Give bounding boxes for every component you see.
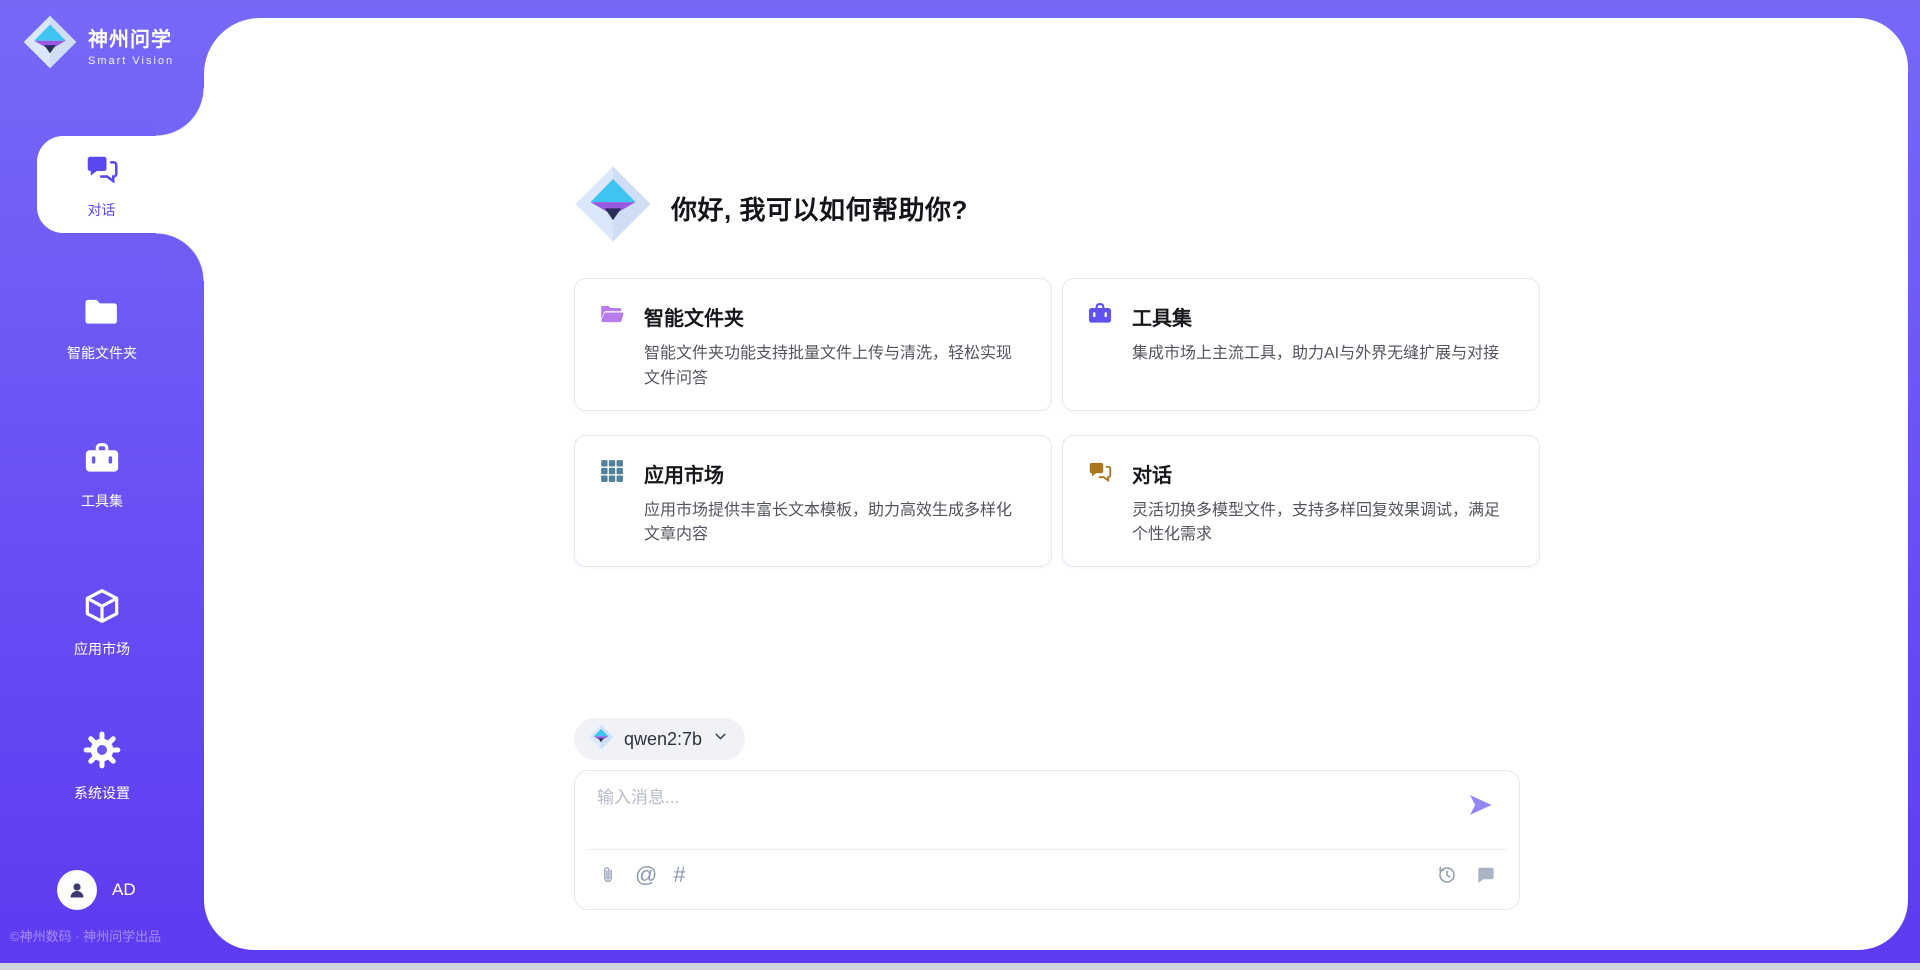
gear-icon — [82, 757, 122, 774]
message-composer: @ # — [574, 770, 1520, 910]
card-title: 工具集 — [1132, 302, 1192, 331]
sidebar-item-smart-folder[interactable]: 智能文件夹 — [0, 292, 204, 363]
main-panel: 你好, 我可以如何帮助你? 智能文件夹 智能文件夹功能支持批量文件上传与清洗，轻… — [204, 18, 1908, 950]
sidebar-item-label: 系统设置 — [0, 783, 204, 803]
sidebar: 神州问学 Smart Vision 对话 智能文件夹 — [0, 0, 204, 970]
chat-icon — [84, 150, 120, 191]
brand-diamond-icon — [22, 14, 78, 75]
sidebar-item-app-market[interactable]: 应用市场 — [0, 586, 204, 659]
at-icon: @ — [635, 863, 657, 887]
attach-icon — [597, 863, 619, 887]
sidebar-item-label: 应用市场 — [0, 639, 204, 659]
avatar — [57, 870, 97, 910]
send-icon — [1466, 791, 1494, 819]
card-chat[interactable]: 对话 灵活切换多模型文件，支持多样回复效果调试，满足个性化需求 — [1062, 435, 1540, 568]
cube-icon — [82, 613, 122, 630]
mention-button[interactable]: @ — [635, 863, 657, 887]
copyright-text: ©神州数码 · 神州问学出品 — [10, 926, 210, 945]
briefcase-icon — [1087, 301, 1113, 332]
brand-subtitle: Smart Vision — [88, 55, 174, 67]
card-toolset[interactable]: 工具集 集成市场上主流工具，助力AI与外界无缝扩展与对接 — [1062, 278, 1540, 411]
chevron-down-icon — [712, 728, 729, 750]
grid-icon — [599, 458, 625, 489]
chat-icon — [1087, 458, 1113, 489]
user-profile[interactable]: AD — [0, 870, 204, 910]
model-name: qwen2:7b — [624, 729, 702, 750]
send-button[interactable] — [1465, 791, 1495, 821]
user-name: AD — [112, 880, 136, 900]
greeting-title: 你好, 我可以如何帮助你? — [671, 190, 968, 227]
folder-open-icon — [599, 301, 625, 332]
history-icon — [1435, 863, 1458, 886]
folder-icon — [83, 317, 121, 334]
card-smart-folder[interactable]: 智能文件夹 智能文件夹功能支持批量文件上传与清洗，轻松实现文件问答 — [574, 278, 1052, 411]
sidebar-item-label: 智能文件夹 — [0, 343, 204, 363]
card-description: 应用市场提供丰富长文本模板，助力高效生成多样化文章内容 — [599, 499, 1027, 549]
chat-bubble-icon — [1474, 863, 1497, 886]
hero-diamond-icon — [573, 164, 653, 244]
card-description: 集成市场上主流工具，助力AI与外界无缝扩展与对接 — [1087, 342, 1515, 367]
composer-divider — [587, 849, 1507, 850]
sidebar-item-settings[interactable]: 系统设置 — [0, 730, 204, 803]
sidebar-item-label: 工具集 — [0, 491, 204, 511]
sidebar-item-toolset[interactable]: 工具集 — [0, 440, 204, 511]
card-description: 智能文件夹功能支持批量文件上传与清洗，轻松实现文件问答 — [599, 342, 1027, 392]
card-description: 灵活切换多模型文件，支持多样回复效果调试，满足个性化需求 — [1087, 499, 1515, 549]
model-selector[interactable]: qwen2:7b — [574, 718, 745, 760]
sidebar-item-chat[interactable]: 对话 — [37, 136, 206, 233]
history-button[interactable] — [1435, 863, 1458, 886]
hash-icon: # — [673, 863, 685, 887]
tab-connector-bottom — [156, 233, 205, 281]
feature-cards: 智能文件夹 智能文件夹功能支持批量文件上传与清洗，轻松实现文件问答 工具集 — [574, 278, 1540, 567]
hashtag-button[interactable]: # — [673, 863, 685, 887]
card-title: 对话 — [1132, 459, 1172, 488]
card-app-market[interactable]: 应用市场 应用市场提供丰富长文本模板，助力高效生成多样化文章内容 — [574, 435, 1052, 568]
tab-connector-top — [156, 88, 205, 136]
message-input[interactable] — [597, 783, 1447, 841]
chat-bubble-button[interactable] — [1474, 863, 1497, 886]
attach-button[interactable] — [597, 863, 619, 887]
horizontal-scrollbar[interactable] — [0, 963, 1920, 970]
briefcase-icon — [83, 465, 121, 482]
sidebar-item-label: 对话 — [88, 200, 116, 220]
brand-logo: 神州问学 Smart Vision — [22, 14, 174, 75]
card-title: 智能文件夹 — [644, 302, 744, 331]
card-title: 应用市场 — [644, 459, 724, 488]
model-diamond-icon — [588, 724, 614, 755]
app-root: 神州问学 Smart Vision 对话 智能文件夹 — [0, 0, 1920, 970]
brand-name: 神州问学 — [88, 23, 174, 52]
